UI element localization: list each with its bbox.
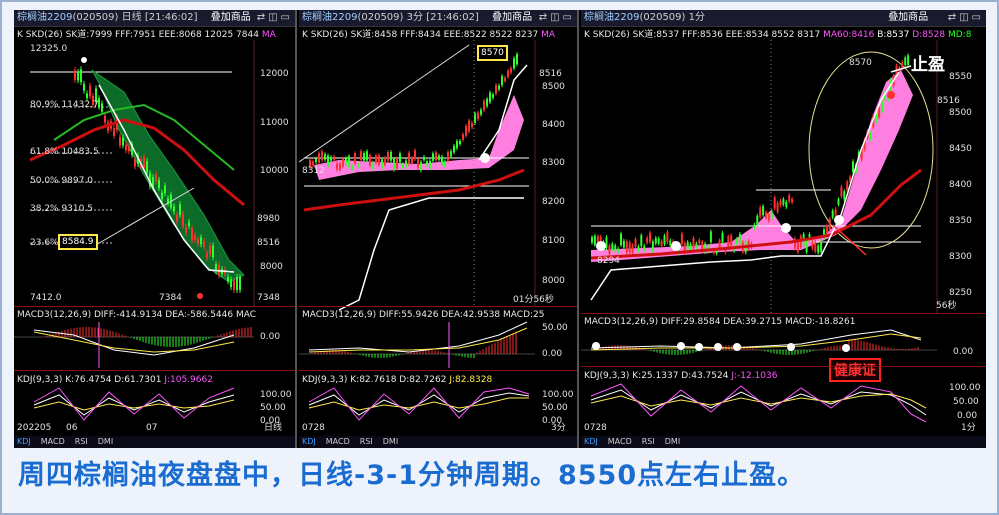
tab-kdj[interactable]: KDJ [584, 437, 598, 446]
tab-rsi[interactable]: RSI [360, 437, 373, 446]
kdj-chart [308, 387, 530, 421]
indicator-tabs: KDJ MACD RSI DMI [299, 436, 577, 448]
daily-chart-panel[interactable]: 棕榈油2209(020509) 日线 [21:46:02] 叠加商品 ⇄◫▭ K… [14, 10, 297, 448]
period-label: 3分 [551, 423, 566, 433]
date-tick: 202205 [17, 423, 52, 433]
tab-rsi[interactable]: RSI [75, 437, 88, 446]
kdj-j-line [308, 387, 530, 421]
indicator-tabs: KDJ MACD RSI DMI [581, 436, 986, 448]
one-minute-chart-panel[interactable]: 棕榈油2209(020509) 1分 叠加商品 ⇄◫▭ K SKD(26) SK… [581, 10, 986, 448]
tab-macd[interactable]: MACD [41, 437, 65, 446]
period-label: 1分 [961, 423, 976, 433]
indicator-tabs: KDJ MACD RSI DMI [14, 436, 295, 448]
date-tick: 06 [66, 423, 78, 433]
tab-kdj[interactable]: KDJ [302, 437, 316, 446]
tab-macd[interactable]: MACD [608, 437, 632, 446]
date-tick: 0728 [302, 423, 325, 433]
tab-kdj[interactable]: KDJ [17, 437, 31, 446]
date-tick: 0728 [584, 423, 607, 433]
caption-text: 周四棕榈油夜盘盘中，日线-3-1分钟周期。8550点左右止盈。 [18, 460, 806, 491]
chart-panels: 棕榈油2209(020509) 日线 [21:46:02] 叠加商品 ⇄◫▭ K… [14, 10, 986, 448]
kdj-k-line [33, 394, 235, 416]
tab-dmi[interactable]: DMI [383, 437, 398, 446]
date-tick: 07 [146, 423, 158, 433]
tab-rsi[interactable]: RSI [642, 437, 655, 446]
tab-dmi[interactable]: DMI [98, 437, 113, 446]
period-label: 日线 [264, 423, 283, 433]
kdj-chart [33, 387, 235, 421]
tab-macd[interactable]: MACD [326, 437, 350, 446]
three-minute-chart-panel[interactable]: 棕榈油2209(020509) 3分 [21:46:02] 叠加商品 ⇄◫▭ K… [299, 10, 579, 448]
kdj-chart [590, 383, 927, 423]
tab-dmi[interactable]: DMI [665, 437, 680, 446]
